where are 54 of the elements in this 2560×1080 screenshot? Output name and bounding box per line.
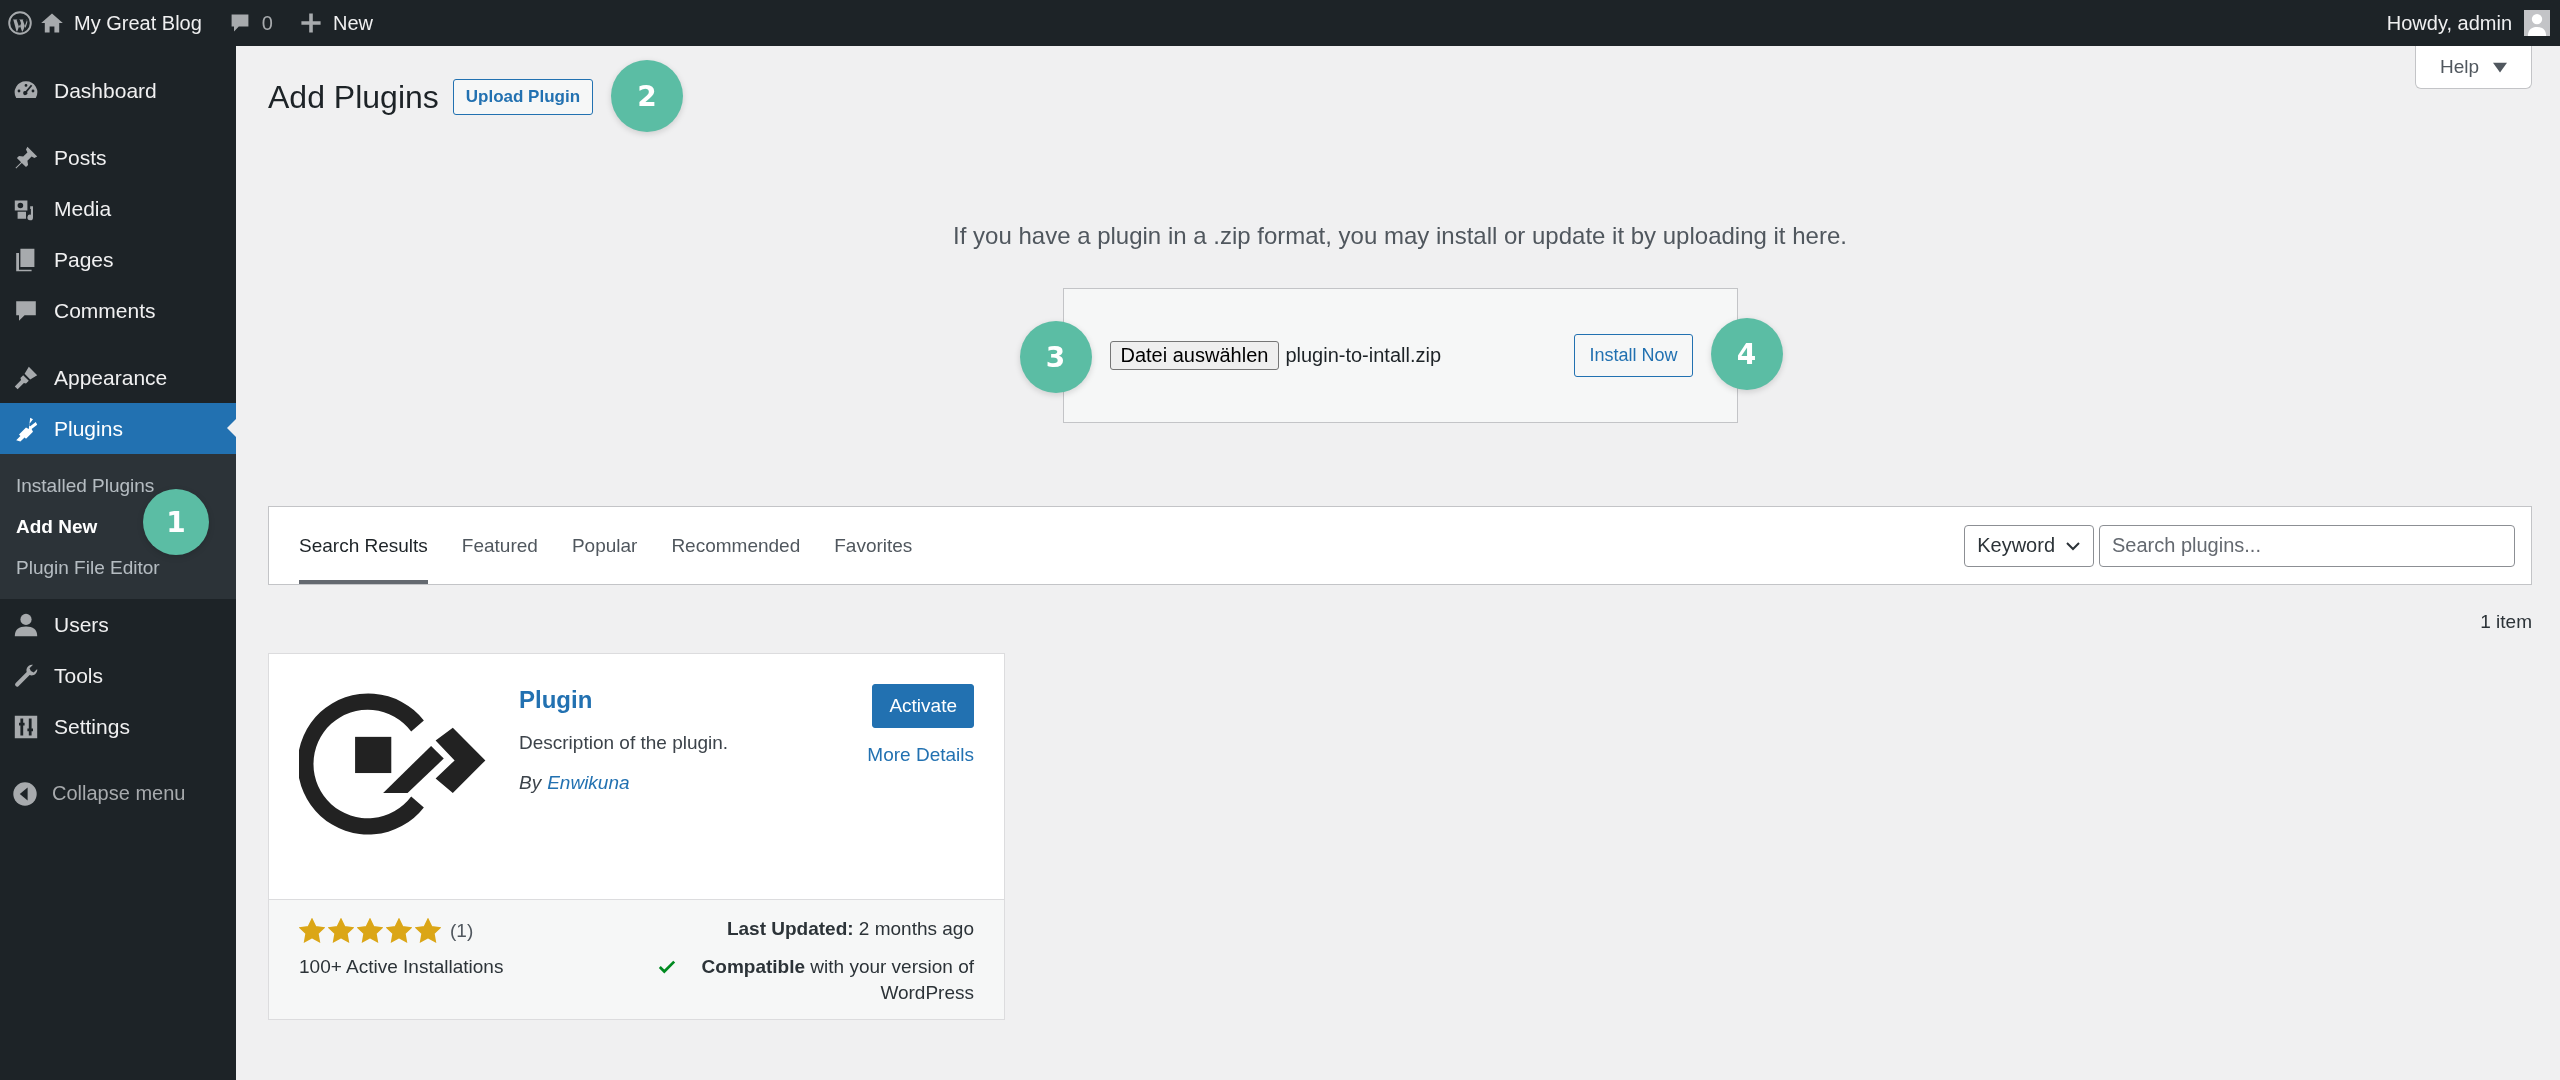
menu-item[interactable]: Appearance <box>0 352 236 403</box>
filter-tab[interactable]: Recommended <box>671 507 801 584</box>
star-icon <box>386 918 412 944</box>
menu-item[interactable]: Pages <box>0 234 236 285</box>
menu-item[interactable]: Posts <box>0 132 236 183</box>
rating-count: (1) <box>450 920 474 942</box>
filter-tab[interactable]: Popular <box>571 507 638 584</box>
greeting-link[interactable]: Howdy, admin <box>2386 11 2512 35</box>
step-number-badge: 3 <box>1019 321 1092 393</box>
activate-button[interactable]: Activate <box>872 684 974 728</box>
new-link[interactable]: New <box>332 11 373 35</box>
filter-tab[interactable]: Search Results <box>299 507 428 584</box>
step-number-badge: 4 <box>1710 318 1783 390</box>
choose-file-button[interactable]: Datei auswählen <box>1109 341 1280 370</box>
menu-item[interactable]: Plugins <box>0 403 236 454</box>
wordpress-logo-icon <box>8 11 32 35</box>
menu-item[interactable]: Settings <box>0 701 236 752</box>
search-type-dropdown[interactable]: Keyword <box>1964 524 2094 567</box>
install-now-button[interactable]: Install Now <box>1574 334 1693 377</box>
author-label: By <box>519 772 542 794</box>
filter-tab[interactable]: Featured <box>461 507 538 584</box>
site-name-link[interactable]: My Great Blog <box>74 11 202 35</box>
help-button[interactable]: Help <box>2414 46 2532 89</box>
star-icon <box>299 918 325 944</box>
filter-tab[interactable]: Favorites <box>834 507 913 584</box>
search-field[interactable]: Search plugins... <box>2099 524 2515 567</box>
item-count: 1 item <box>2479 611 2532 633</box>
plugin-name-link[interactable]: Plugin <box>519 686 868 714</box>
menu-item[interactable]: Media <box>0 183 236 234</box>
menu-item[interactable]: Tools <box>0 650 236 701</box>
star-icon <box>415 918 441 944</box>
collapse-menu-link[interactable]: Collapse menu <box>52 782 186 805</box>
submenu-item[interactable]: Plugin File Editor <box>16 556 160 579</box>
plugin-description: Description of the plugin. <box>519 732 730 754</box>
menu-item[interactable]: Comments <box>0 285 236 336</box>
menu-item[interactable]: Users <box>0 599 236 650</box>
caret-icon <box>2493 60 2507 74</box>
file-name: plugin-to-intall.zip <box>1285 344 1442 367</box>
star-icon <box>328 918 354 944</box>
more-details-link[interactable]: More Details <box>867 744 974 766</box>
compatibility-note: Compatible with your version of WordPress <box>700 955 974 1005</box>
author-link[interactable]: Enwikuna <box>547 772 630 794</box>
last-updated: Last Updated: 2 months ago <box>725 918 974 940</box>
comment-count[interactable]: 0 <box>261 11 273 35</box>
upload-instructions: If you have a plugin in a .zip format, you may install or update it by uploading it here. <box>952 222 1848 250</box>
submenu-item[interactable]: Add New <box>16 515 98 538</box>
upload-plugin-button[interactable]: Upload Plugin <box>452 79 594 115</box>
menu-item[interactable]: Dashboard <box>0 65 236 116</box>
plus-icon <box>298 11 323 35</box>
home-icon <box>40 11 64 35</box>
page-title: Add Plugins <box>268 78 439 116</box>
active-installs: 100+ Active Installations <box>299 956 504 978</box>
step-number-badge: 2 <box>611 60 684 132</box>
star-icon <box>357 918 383 944</box>
